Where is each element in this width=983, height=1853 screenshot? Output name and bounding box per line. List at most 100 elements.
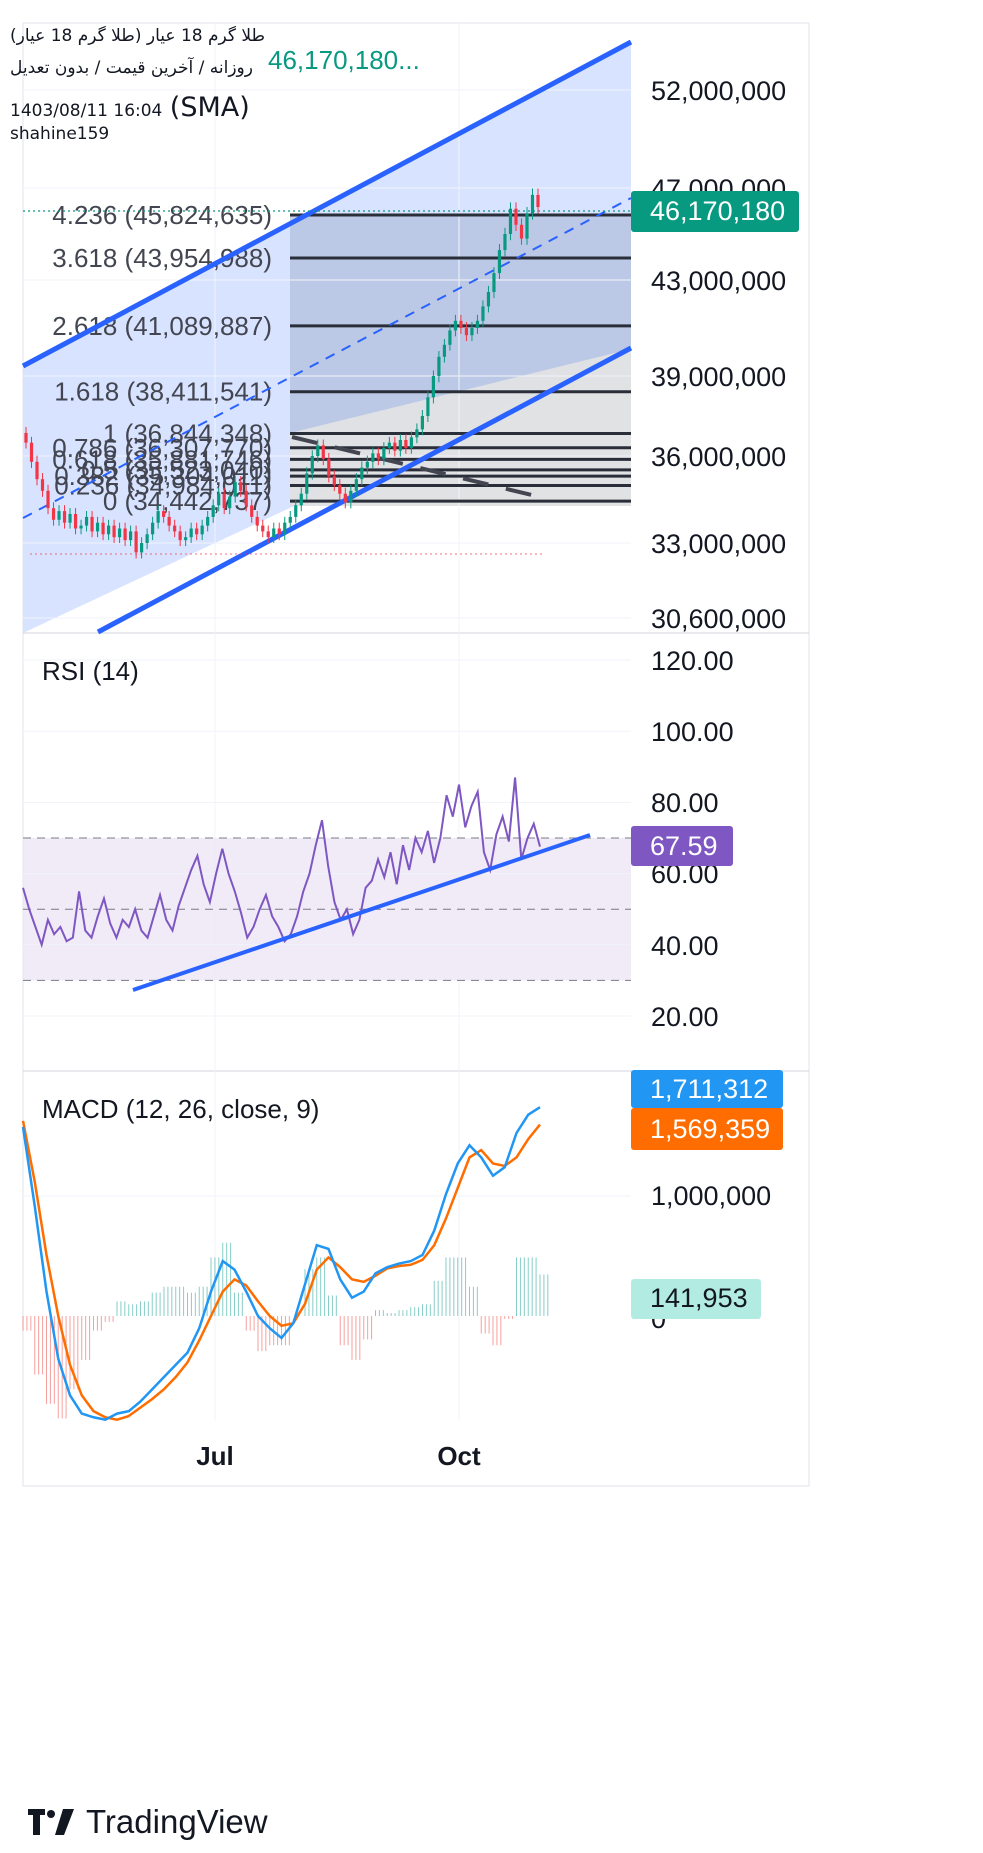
candle-body: [382, 448, 386, 459]
candle-body: [497, 250, 502, 274]
candle-body: [195, 528, 199, 535]
candle-body: [266, 531, 270, 538]
candle-body: [365, 461, 369, 468]
candle-body: [448, 330, 452, 345]
candle-body: [481, 306, 485, 321]
candle-body: [519, 224, 524, 239]
chart-canvas[interactable]: 4.236 (45,824,635) 3.618 (43,954,988) 2.61…: [0, 0, 983, 1853]
time-axis-label-oct: Oct: [437, 1441, 481, 1471]
tradingview-icon: [28, 1809, 74, 1835]
candle-body: [222, 493, 226, 509]
fib-level-label: 1.618 (38,411,541): [54, 377, 272, 407]
rsi-axis-label: 20.00: [651, 1002, 719, 1032]
price-axis-label: 30,600,000: [651, 604, 786, 634]
tradingview-logo[interactable]: TradingView: [28, 1803, 268, 1841]
candle-body: [393, 442, 397, 451]
candle-body: [327, 458, 331, 477]
candle-body: [156, 511, 160, 523]
candle-body: [123, 528, 127, 541]
candle-body: [228, 496, 232, 509]
candle-body: [277, 528, 281, 535]
candle-body: [189, 528, 193, 538]
candle-body: [398, 440, 402, 451]
price-axis-label: 43,000,000: [651, 266, 786, 296]
candle-body: [492, 273, 496, 292]
fib-level-label: 4.236 (45,824,635): [52, 200, 272, 230]
candle-body: [90, 516, 94, 532]
candle-body: [151, 522, 155, 535]
signal-line: [21, 1120, 541, 1421]
candle-body: [310, 456, 314, 474]
fib-level-label: 2.618 (41,089,887): [52, 311, 272, 341]
candle-body: [101, 522, 105, 535]
histogram-value-badge-text: 141,953: [650, 1283, 748, 1313]
candle-body: [360, 467, 364, 480]
signal-value-badge-text: 1,569,359: [650, 1114, 770, 1144]
datetime-stamp: 1403/08/11 16:04 (SMA): [10, 94, 250, 121]
rsi-axis-label: 100.00: [651, 717, 734, 747]
price-axis-label: 33,000,000: [651, 529, 786, 559]
author-name: shahine159: [10, 124, 110, 144]
candle-body: [503, 234, 507, 251]
last-price-badge-text: 46,170,180: [650, 196, 785, 226]
candle-body: [51, 508, 56, 520]
candle-body: [95, 522, 100, 532]
candle-body: [57, 511, 61, 520]
candle-body: [129, 531, 133, 541]
candle-body: [250, 505, 254, 517]
tradingview-wordmark: TradingView: [86, 1803, 268, 1840]
candle-body: [536, 194, 540, 208]
volume-sma-label: (SMA): [169, 92, 250, 123]
rsi-title: RSI (14): [42, 656, 139, 686]
candle-body: [167, 516, 171, 526]
fib-level-label: 3.618 (43,954,988): [52, 243, 272, 273]
candle-body: [332, 476, 336, 485]
price-axis-label: 52,000,000: [651, 76, 786, 106]
candle-body: [508, 208, 513, 234]
candle-body: [239, 482, 243, 491]
candle-body: [371, 453, 375, 462]
macd-axis-label: 1,000,000: [651, 1181, 771, 1211]
candle-body: [35, 461, 39, 480]
candle-body: [283, 522, 287, 535]
candle-body: [255, 516, 259, 526]
candle-body: [349, 490, 353, 503]
macd-title: MACD (12, 26, close, 9): [42, 1094, 320, 1124]
candle-body: [117, 528, 122, 538]
rsi-axis-label: 120.00: [651, 646, 734, 676]
candle-body: [464, 328, 469, 336]
interval-subtitle: روزانه / آخرین قیمت / بدون تعدیل: [10, 58, 253, 78]
symbol-title: طلا گرم 18 عیار (طلا گرم 18 عیار): [10, 26, 266, 46]
candle-body: [112, 525, 116, 538]
candle-body: [29, 442, 34, 462]
candle-body: [530, 194, 535, 214]
price-axis-label: 39,000,000: [651, 362, 786, 392]
time-axis: Jul Oct: [196, 1441, 481, 1471]
candle-body: [294, 505, 298, 517]
candle-body: [73, 514, 78, 529]
candle-body: [525, 213, 529, 239]
candle-body: [184, 537, 188, 541]
candle-body: [173, 525, 177, 532]
candle-body: [299, 493, 303, 506]
candle-body: [305, 473, 309, 494]
candle-body: [459, 320, 463, 328]
candle-body: [233, 482, 237, 497]
datetime-text: 1403/08/11 16:04: [10, 101, 163, 121]
candle-body: [46, 490, 50, 509]
candle-body: [437, 356, 441, 376]
candle-body: [475, 320, 480, 328]
candle-body: [343, 493, 347, 503]
rsi-axis-label: 40.00: [651, 931, 719, 961]
candle-body: [409, 437, 413, 448]
candle-body: [514, 208, 518, 225]
candle-body: [68, 514, 72, 523]
candle-body: [62, 511, 67, 523]
candle-body: [134, 531, 138, 553]
candle-body: [420, 416, 424, 430]
candle-body: [79, 525, 83, 529]
candle-body: [486, 292, 491, 307]
candle-body: [211, 505, 215, 517]
rsi-value-badge-text: 67.59: [650, 831, 718, 861]
candle-body: [145, 534, 149, 543]
